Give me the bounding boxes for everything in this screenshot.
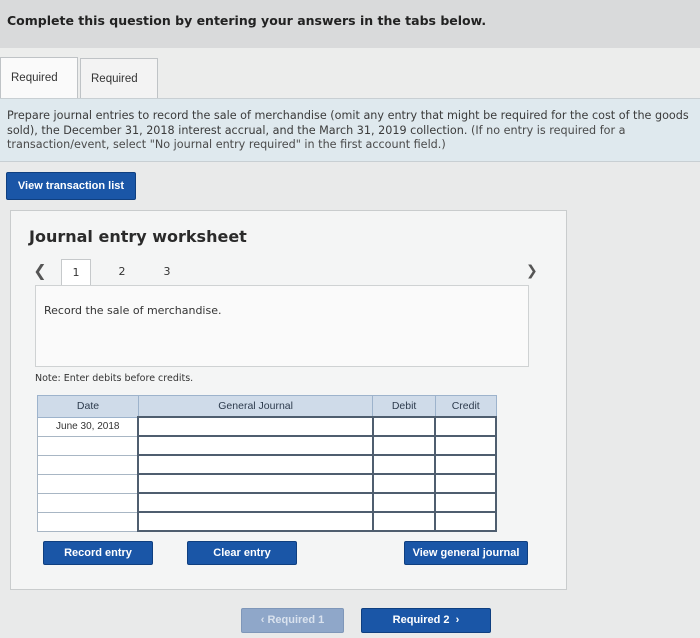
question-header: Complete this question by entering your … [0, 0, 700, 48]
account-input[interactable] [137, 511, 374, 532]
date-cell [37, 454, 139, 475]
table-row [37, 454, 497, 475]
worksheet-title: Journal entry worksheet [29, 227, 247, 246]
chevron-right-icon: › [449, 614, 460, 626]
table-row [37, 492, 497, 513]
journal-entry-worksheet: Journal entry worksheet ❮ 1 2 3 ❯ Record… [10, 210, 567, 590]
tabs-bar: Required 1 Required 2 [0, 48, 700, 125]
prev-required-button[interactable]: ‹ Required 1 [241, 608, 344, 633]
debit-input[interactable] [371, 492, 437, 513]
debit-input[interactable] [371, 416, 437, 437]
account-input[interactable] [137, 473, 374, 494]
column-header-general-journal: General Journal [137, 395, 374, 418]
chevron-right-icon[interactable]: ❯ [526, 263, 538, 279]
debit-input[interactable] [371, 473, 437, 494]
chevron-left-icon[interactable]: ❮ [33, 261, 47, 280]
account-input[interactable] [137, 416, 374, 437]
credit-input[interactable] [434, 416, 497, 437]
table-row [37, 511, 497, 532]
account-input[interactable] [137, 454, 374, 475]
date-cell [37, 492, 139, 513]
worksheet-note: Note: Enter debits before credits. [35, 373, 194, 384]
next-required-button[interactable]: Required 2 › [361, 608, 491, 633]
worksheet-page-3[interactable]: 3 [152, 259, 182, 287]
column-header-date: Date [37, 395, 139, 418]
debit-input[interactable] [371, 435, 437, 456]
debit-input[interactable] [371, 511, 437, 532]
journal-table: Date General Journal Debit Credit June 3… [37, 395, 497, 532]
credit-input[interactable] [434, 492, 497, 513]
date-cell: June 30, 2018 [37, 416, 139, 437]
tab-required-1[interactable]: Required 1 [0, 57, 78, 124]
entry-description: Record the sale of merchandise. [44, 304, 222, 317]
column-header-credit: Credit [434, 395, 497, 418]
account-input[interactable] [137, 492, 374, 513]
date-cell [37, 435, 139, 456]
credit-input[interactable] [434, 473, 497, 494]
credit-input[interactable] [434, 511, 497, 532]
date-cell [37, 473, 139, 494]
credit-input[interactable] [434, 454, 497, 475]
view-general-journal-button[interactable]: View general journal [404, 541, 528, 565]
next-required-label: Required 2 [392, 614, 450, 626]
credit-input[interactable] [434, 435, 497, 456]
account-input[interactable] [137, 435, 374, 456]
table-row [37, 435, 497, 456]
entry-description-box: Record the sale of merchandise. [35, 285, 529, 367]
column-header-debit: Debit [372, 395, 436, 418]
clear-entry-button[interactable]: Clear entry [187, 541, 297, 565]
record-entry-button[interactable]: Record entry [43, 541, 153, 565]
date-cell [37, 511, 139, 532]
question-title: Complete this question by entering your … [7, 13, 487, 28]
debit-input[interactable] [371, 454, 437, 475]
table-row: June 30, 2018 [37, 416, 497, 437]
worksheet-page-2[interactable]: 2 [107, 259, 137, 287]
worksheet-page-1[interactable]: 1 [61, 259, 91, 287]
tab-required-2[interactable]: Required 2 [80, 58, 158, 125]
table-row [37, 473, 497, 494]
view-transaction-list-button[interactable]: View transaction list [6, 172, 136, 200]
instructions-panel: Prepare journal entries to record the sa… [0, 98, 700, 162]
prev-required-label: Required 1 [267, 614, 325, 626]
